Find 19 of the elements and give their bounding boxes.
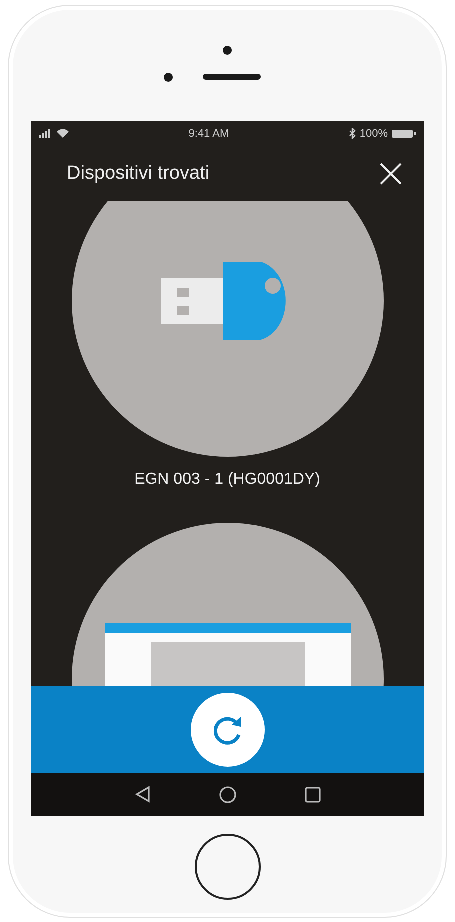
recents-square-icon xyxy=(304,786,320,802)
home-circle-icon xyxy=(218,786,236,804)
screen-title: Dispositivi trovati xyxy=(67,162,210,184)
camera-dot xyxy=(223,46,232,54)
close-icon xyxy=(380,162,402,184)
speaker-grille xyxy=(203,74,261,80)
signal-icon xyxy=(39,129,53,138)
recents-button[interactable] xyxy=(304,786,320,802)
sensor-dot xyxy=(164,72,173,82)
wifi-icon xyxy=(57,129,69,138)
back-triangle-icon xyxy=(134,786,150,803)
device-name: EGN 003 - 1 (HG0001DY) xyxy=(134,471,320,489)
close-button[interactable] xyxy=(380,162,402,184)
home-nav-button[interactable] xyxy=(218,786,236,804)
battery-icon xyxy=(392,128,416,138)
battery-percent: 100% xyxy=(360,128,388,140)
back-button[interactable] xyxy=(134,786,150,803)
bluetooth-icon xyxy=(348,128,356,139)
status-time: 9:41 AM xyxy=(188,128,230,140)
